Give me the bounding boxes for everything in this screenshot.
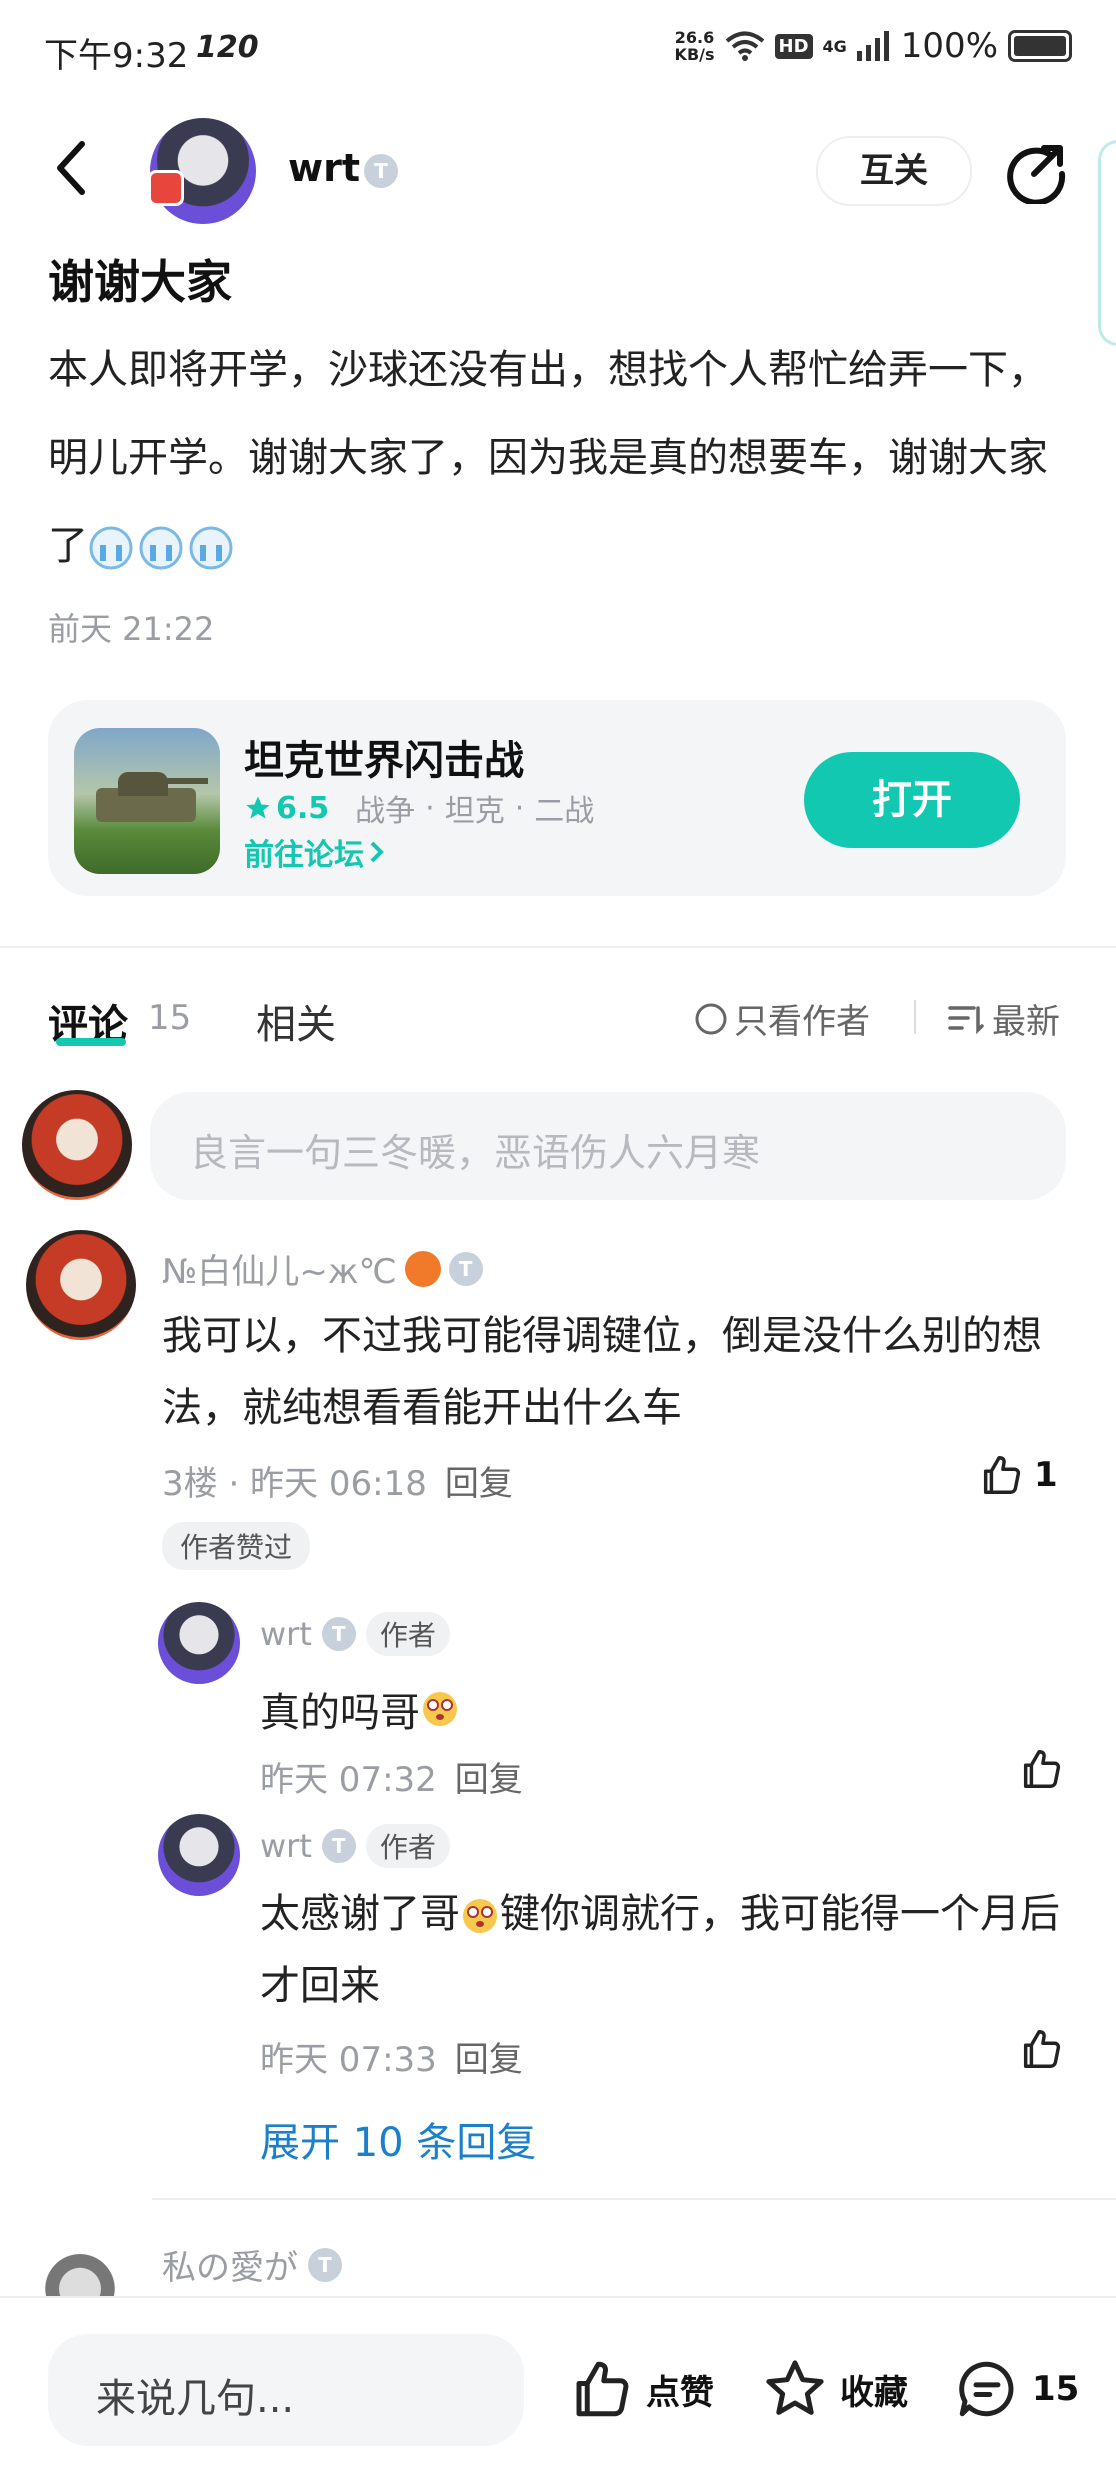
game-rating: 6.5 xyxy=(276,790,330,826)
game-card[interactable]: 坦克世界闪击战 6.5 战争 · 坦克 · 二战 前往论坛 打开 xyxy=(48,700,1066,896)
sort-button[interactable]: 最新 xyxy=(948,994,1060,1043)
open-game-button[interactable]: 打开 xyxy=(804,752,1020,848)
only-author-toggle[interactable]: 只看作者 xyxy=(694,994,870,1043)
game-icon xyxy=(74,728,220,874)
refresh-rate: 120 xyxy=(196,30,259,65)
cry-emoji-icon xyxy=(88,525,238,571)
commenter-avatar[interactable] xyxy=(26,1230,136,1340)
comments-count: 15 xyxy=(148,998,192,1038)
favorite-button[interactable]: 收藏 xyxy=(762,2356,908,2422)
back-button[interactable] xyxy=(52,138,88,198)
divider xyxy=(914,1000,916,1034)
avatar-badge-icon xyxy=(148,170,184,206)
shock-emoji-icon xyxy=(423,1692,457,1726)
tab-indicator xyxy=(56,1038,126,1046)
commenter-name[interactable]: 私の愛が xyxy=(162,2240,298,2289)
reply-author-name[interactable]: wrt xyxy=(260,1827,312,1865)
battery-icon xyxy=(1008,30,1072,62)
reply-button[interactable]: 回复 xyxy=(455,1760,523,1800)
like-button[interactable] xyxy=(1018,2026,1064,2072)
divider xyxy=(0,946,1116,948)
comment-text: 我可以，不过我可能得调键位，倒是没什么别的想法，就纯想看看能开出什么车 xyxy=(162,1313,1042,1431)
reply-avatar[interactable] xyxy=(158,1814,240,1896)
reply-header: wrt T 作者 xyxy=(260,1612,450,1656)
star-icon xyxy=(246,796,270,819)
like-button[interactable]: 1 xyxy=(978,1452,1058,1498)
signal-icon xyxy=(856,31,889,61)
like-post-button[interactable]: 点赞 xyxy=(568,2356,714,2422)
post-time: 前天 21:22 xyxy=(48,610,215,648)
chevron-right-icon xyxy=(370,841,384,863)
share-icon xyxy=(1007,145,1066,204)
share-button[interactable] xyxy=(1004,140,1068,204)
network-type: 4G xyxy=(822,36,847,56)
reply-meta: 昨天 07:33 回复 xyxy=(260,2040,523,2080)
net-speed: 26.6 KB/s xyxy=(674,28,715,64)
shock-emoji-icon xyxy=(460,1896,500,1936)
my-avatar[interactable] xyxy=(22,1090,132,1200)
level-badge-icon: T xyxy=(364,154,398,188)
commenter-info: 私の愛が T xyxy=(162,2240,342,2289)
author-name[interactable]: wrt xyxy=(288,146,360,190)
game-tag: 二战 xyxy=(534,794,595,829)
author-tag: 作者 xyxy=(365,1824,450,1868)
reply-text: 真的吗哥 xyxy=(260,1680,460,1738)
thumbs-up-icon xyxy=(576,2361,629,2417)
divider xyxy=(152,2198,1116,2200)
bottom-comment-input[interactable]: 来说几句... xyxy=(48,2334,524,2446)
reply-header: wrt T 作者 xyxy=(260,1824,450,1868)
chevron-left-icon xyxy=(57,141,85,195)
reply-button[interactable]: 回复 xyxy=(455,2040,523,2080)
game-badge-icon xyxy=(404,1250,441,1287)
game-tag: 战争 xyxy=(355,794,416,829)
comment-meta: 3楼 · 昨天 06:18 回复 xyxy=(162,1464,513,1504)
reply-avatar[interactable] xyxy=(158,1602,240,1684)
tab-related[interactable]: 相关 xyxy=(256,992,336,1050)
post-body: 本人即将开学，沙球还没有出，想找个人帮忙给弄一下，明儿开学。谢谢大家了，因为我是… xyxy=(48,347,1048,571)
mutual-follow-button[interactable]: 互关 xyxy=(816,136,972,206)
hd-icon: HD xyxy=(774,33,813,59)
comment-input-placeholder: 良言一句三冬暖，恶语伤人六月寒 xyxy=(190,1131,761,1175)
reply-text: 太感谢了哥 键你调就行，我可能得一个月后才回来 xyxy=(260,1891,1060,2009)
like-count: 1 xyxy=(1034,1455,1058,1495)
game-name: 坦克世界闪击战 xyxy=(244,738,524,784)
thumbs-up-icon xyxy=(1023,1750,1061,1788)
level-badge-icon: T xyxy=(321,1829,356,1863)
bottom-bar: 来说几句... 点赞 收藏 15 xyxy=(0,2296,1116,2482)
author-tag: 作者 xyxy=(365,1612,450,1656)
reply-button[interactable]: 回复 xyxy=(445,1464,513,1504)
wifi-icon xyxy=(725,31,764,61)
thumbs-up-icon xyxy=(983,1456,1021,1494)
status-bar: 下午9:32 120 26.6 KB/s HD 4G 100% xyxy=(0,0,1116,100)
bottom-input-placeholder: 来说几句... xyxy=(96,2376,295,2422)
liked-by-author-tag: 作者赞过 xyxy=(162,1522,311,1570)
commenter-name[interactable]: №白仙儿~ж℃ xyxy=(162,1244,397,1293)
star-outline-icon xyxy=(766,2360,824,2415)
radio-icon xyxy=(695,1003,727,1034)
thumbs-up-icon xyxy=(1023,2030,1061,2068)
reply-author-name[interactable]: wrt xyxy=(260,1615,312,1653)
comments-button[interactable]: 15 xyxy=(954,2356,1079,2422)
forum-link[interactable]: 前往论坛 xyxy=(244,830,388,874)
post-title: 谢谢大家 xyxy=(48,255,232,309)
level-badge-icon: T xyxy=(448,1251,483,1286)
reply-meta: 昨天 07:32 回复 xyxy=(260,1760,523,1800)
chat-bubble-icon xyxy=(959,2361,1014,2417)
commenter-info: №白仙儿~ж℃ T xyxy=(162,1244,483,1293)
expand-replies-link[interactable]: 展开 10 条回复 xyxy=(260,2110,536,2168)
level-badge-icon: T xyxy=(321,1617,356,1651)
battery-percent: 100% xyxy=(900,26,998,66)
game-tag: 坦克 xyxy=(444,794,505,829)
level-badge-icon: T xyxy=(308,2247,342,2282)
status-time: 下午9:32 xyxy=(44,36,189,76)
sort-icon xyxy=(948,1005,984,1034)
like-button[interactable] xyxy=(1018,1746,1064,1792)
game-meta: 6.5 战争 · 坦克 · 二战 xyxy=(244,786,594,830)
status-icons: 26.6 KB/s HD 4G 100% xyxy=(675,26,1072,66)
comment-input[interactable]: 良言一句三冬暖，恶语伤人六月寒 xyxy=(150,1092,1066,1200)
side-panel-handle[interactable] xyxy=(1098,140,1116,346)
